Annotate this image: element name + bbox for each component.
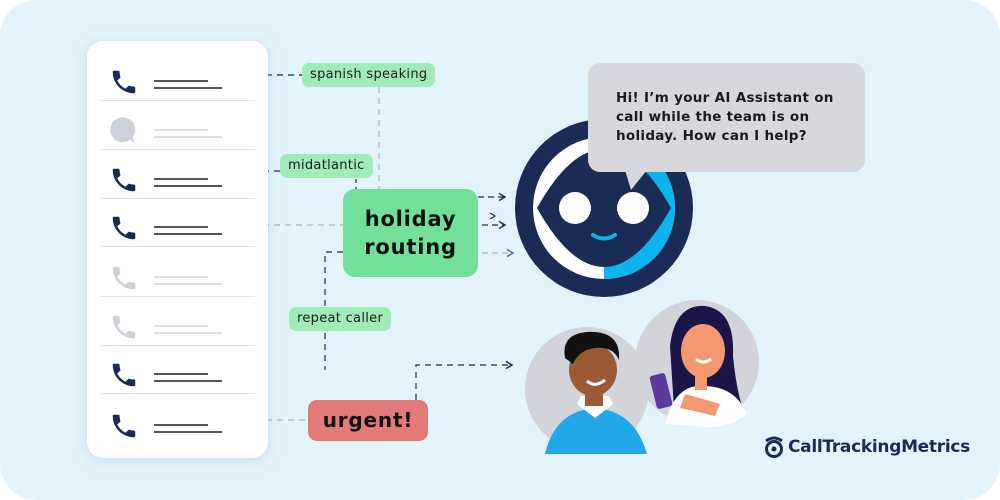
phone-icon — [112, 363, 136, 387]
call-row[interactable] — [87, 151, 268, 199]
tag-spanish-speaking: spanish speaking — [302, 63, 436, 87]
divider — [100, 296, 255, 297]
text-line — [154, 373, 208, 375]
text-line — [154, 136, 222, 138]
text-line — [154, 178, 208, 180]
phone-icon — [112, 216, 136, 240]
text-line — [154, 325, 208, 327]
text-line — [154, 87, 222, 89]
text-line — [154, 185, 222, 187]
call-row[interactable] — [87, 397, 268, 445]
call-row[interactable] — [87, 199, 268, 247]
divider — [100, 149, 255, 150]
arrow-2b — [489, 212, 497, 220]
bubble-tail — [625, 170, 647, 190]
divider — [100, 393, 255, 394]
tag-midatlantic: midatlantic — [280, 154, 373, 178]
text-line — [154, 380, 222, 382]
people-illustration — [525, 300, 759, 454]
text-line — [154, 431, 222, 433]
phone-icon — [112, 70, 136, 94]
text-line — [154, 424, 208, 426]
node-line-2: routing — [364, 235, 457, 259]
call-row[interactable] — [87, 249, 268, 297]
urgent-node: urgent! — [308, 400, 428, 441]
brand-logo: CallTrackingMetrics — [764, 436, 970, 458]
holiday-routing-node: holiday routing — [343, 189, 478, 277]
line-urgent-up — [415, 360, 514, 400]
chat-bubble-icon — [110, 117, 136, 144]
chat-row[interactable] — [87, 102, 268, 150]
divider — [100, 100, 255, 101]
text-line — [154, 226, 208, 228]
text-line — [154, 129, 208, 131]
calltrackingmetrics-logo-icon — [765, 436, 783, 458]
phone-icon — [112, 315, 136, 339]
node-line-1: holiday — [364, 207, 457, 231]
tag-repeat-caller: repeat caller — [289, 307, 392, 331]
text-line — [154, 233, 222, 235]
call-row[interactable] — [87, 346, 268, 394]
call-row[interactable] — [87, 298, 268, 346]
text-line — [154, 80, 208, 82]
call-list-panel — [87, 41, 268, 458]
text-line — [154, 276, 208, 278]
text-line — [154, 283, 222, 285]
phone-icon — [112, 168, 136, 192]
brand-name: CallTrackingMetrics — [788, 437, 970, 457]
assistant-message: Hi! I’m your AI Assistant on call while … — [616, 90, 834, 144]
call-row[interactable] — [87, 53, 268, 101]
divider — [100, 246, 255, 247]
phone-icon — [112, 266, 136, 290]
phone-icon — [112, 414, 136, 438]
text-line — [154, 332, 222, 334]
assistant-speech-bubble: Hi! I’m your AI Assistant on call while … — [588, 63, 865, 172]
